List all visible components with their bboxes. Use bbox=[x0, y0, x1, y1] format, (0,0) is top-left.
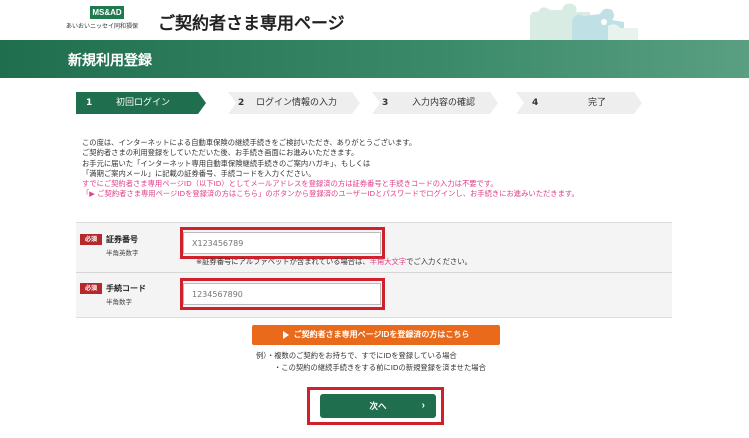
page-heading-band: 新規利用登録 bbox=[0, 40, 749, 78]
intro-notice-line: すでにご契約者さま専用ページID（以下ID）としてメールアドレスを登録済の方は証… bbox=[82, 179, 498, 189]
policy-number-hint: 半角英数字 bbox=[106, 249, 139, 257]
step-1-number: 1 bbox=[86, 98, 93, 108]
example-line: 例）・複数のご契約をお持ちで、すでにIDを登録している場合 bbox=[256, 351, 457, 360]
puzzle-decoration-icon bbox=[530, 3, 638, 40]
site-title: ご契約者さま専用ページ bbox=[158, 14, 345, 34]
site-header: MS&AD あいおいニッセイ同和損保 ご契約者さま専用ページ bbox=[0, 0, 749, 40]
step-4: 4 完了 bbox=[516, 92, 642, 114]
step-3: 3 入力内容の確認 bbox=[372, 92, 498, 114]
step-3-label: 入力内容の確認 bbox=[412, 98, 476, 108]
page-title: 新規利用登録 bbox=[68, 53, 152, 69]
required-badge: 必須 bbox=[80, 283, 102, 294]
step-4-number: 4 bbox=[532, 98, 539, 108]
progress-steps: 1 初回ログイン 2 ログイン情報の入力 3 入力内容の確認 4 完了 bbox=[76, 92, 676, 114]
play-icon bbox=[282, 330, 289, 339]
examples-text: 例）・複数のご契約をお持ちで、すでにIDを登録している場合 ・この契約の継続手続… bbox=[256, 350, 486, 373]
step-1: 1 初回ログイン bbox=[76, 92, 206, 114]
step-1-label: 初回ログイン bbox=[116, 98, 171, 108]
page: MS&AD あいおいニッセイ同和損保 ご契約者さま専用ページ 新規利用登録 1 … bbox=[0, 0, 749, 438]
note-suffix: でご入力ください。 bbox=[406, 257, 472, 266]
registered-id-login-label: ご契約者さま専用ページIDを登録済の方はこちら bbox=[293, 330, 470, 339]
intro-line: この度は、インターネットによる自動車保険の継続手続きをご検討いただき、ありがとう… bbox=[82, 138, 417, 147]
next-button-label: 次へ bbox=[369, 401, 387, 411]
step-2-number: 2 bbox=[238, 98, 245, 108]
chevron-right-icon: › bbox=[421, 400, 425, 411]
step-3-number: 3 bbox=[382, 98, 389, 108]
example-line: ・この契約の継続手続きをする前にIDの新規登録を済ませた場合 bbox=[274, 362, 486, 372]
step-2: 2 ログイン情報の入力 bbox=[228, 92, 358, 114]
intro-text: この度は、インターネットによる自動車保険の継続手続きをご検討いただき、ありがとう… bbox=[82, 138, 702, 200]
intro-notice-line: 「▶ ご契約者さま専用ページIDを登録済の方はこちら」のボタンから登録済のユーザ… bbox=[82, 189, 579, 199]
policy-number-input[interactable] bbox=[183, 232, 381, 254]
note-emphasis: 半角大文字 bbox=[369, 257, 407, 266]
registered-id-login-button[interactable]: ご契約者さま専用ページIDを登録済の方はこちら bbox=[252, 325, 500, 345]
note-prefix: ※証券番号にアルファベットが含まれている場合は、 bbox=[196, 257, 370, 266]
logo-company-name: あいおいニッセイ同和損保 bbox=[66, 24, 139, 30]
procedure-code-input[interactable] bbox=[183, 283, 381, 305]
next-button[interactable]: 次へ › bbox=[320, 394, 436, 418]
step-2-label: ログイン情報の入力 bbox=[256, 98, 338, 108]
intro-line: ご契約者さまの利用登録をしていただいた後、お手続き画面にお進みいただきます。 bbox=[82, 148, 359, 158]
form-divider bbox=[76, 272, 672, 273]
logo-brand: MS&AD bbox=[90, 6, 124, 19]
company-logo[interactable]: MS&AD あいおいニッセイ同和損保 bbox=[66, 6, 138, 30]
required-badge: 必須 bbox=[80, 234, 102, 245]
step-4-label: 完了 bbox=[588, 98, 607, 108]
policy-number-note: ※証券番号にアルファベットが含まれている場合は、半角大文字でご入力ください。 bbox=[196, 257, 472, 267]
procedure-code-hint: 半角数字 bbox=[106, 298, 132, 306]
policy-number-label: 証券番号 bbox=[106, 235, 138, 244]
intro-line: お手元に届いた「インターネット専用自動車保険継続手続きのご案内ハガキ」、もしくは bbox=[82, 158, 371, 168]
intro-line: 「満期ご案内メール」に記載の証券番号、手続コードを入力ください。 bbox=[82, 168, 316, 178]
procedure-code-label: 手続コード bbox=[106, 284, 146, 293]
